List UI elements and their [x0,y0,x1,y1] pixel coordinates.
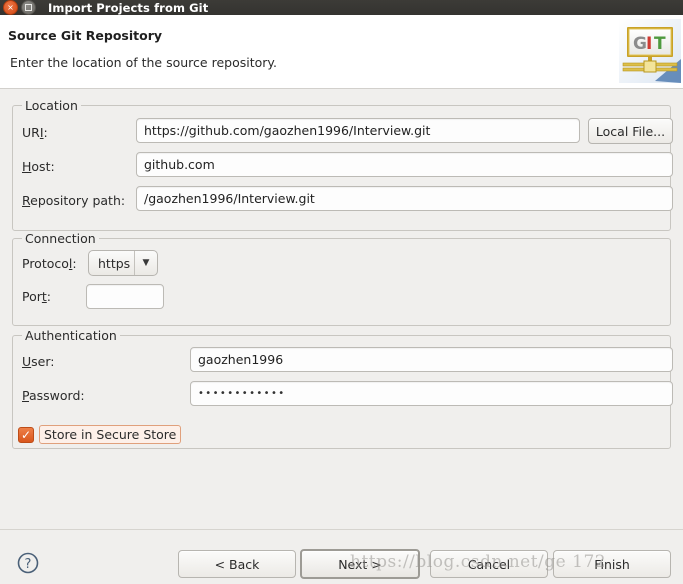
window-close-icon[interactable]: × [3,0,18,15]
title-bar: × Import Projects from Git [0,0,683,15]
store-in-secure-store-label: Store in Secure Store [39,425,182,444]
uri-label: URI: [22,125,48,140]
next-button[interactable]: Next > [300,549,420,579]
window-maximize-icon[interactable] [21,0,36,15]
wizard-header: Source Git Repository Enter the location… [0,15,683,89]
protocol-combobox[interactable]: https ▼ [88,250,158,276]
location-group-title: Location [22,98,81,113]
store-in-secure-store-checkbox[interactable]: ✓ Store in Secure Store [18,425,182,444]
git-logo-icon: G I T [619,19,681,83]
page-description: Enter the location of the source reposit… [10,55,277,70]
uri-input[interactable]: https://github.com/gaozhen1996/Interview… [136,118,580,143]
repository-path-input[interactable]: /gaozhen1996/Interview.git [136,186,673,211]
authentication-group-title: Authentication [22,328,120,343]
svg-text:G: G [633,34,647,54]
host-input[interactable]: github.com [136,152,673,177]
git-import-dialog-window: × Import Projects from Git Source Git Re… [0,0,683,584]
dialog-body: Location URI: https://github.com/gaozhen… [0,89,683,529]
password-label: Password: [22,388,85,403]
protocol-selected-value: https [98,255,131,271]
password-input[interactable]: •••••••••••• [190,381,673,406]
svg-text:T: T [654,34,666,54]
page-title: Source Git Repository [8,28,163,43]
svg-text:?: ? [25,557,32,572]
local-file-button[interactable]: Local File... [588,118,673,144]
user-label: User: [22,354,55,369]
check-icon: ✓ [20,427,32,442]
finish-button[interactable]: Finish [553,550,671,578]
maximize-square-glyph [25,4,32,11]
connection-group-title: Connection [22,231,99,246]
cancel-button[interactable]: Cancel [430,550,548,578]
repository-path-label: Repository path: [22,193,126,208]
back-button[interactable]: < Back [178,550,296,578]
user-input[interactable]: gaozhen1996 [190,347,673,372]
checkbox-box[interactable]: ✓ [18,426,34,443]
help-question-icon[interactable]: ? [17,552,39,574]
svg-text:I: I [646,34,652,54]
protocol-label: Protocol: [22,256,77,271]
window-title: Import Projects from Git [48,0,209,15]
port-input[interactable] [86,284,164,309]
chevron-down-icon[interactable]: ▼ [135,258,157,268]
port-label: Port: [22,289,52,304]
host-label: Host: [22,159,55,174]
